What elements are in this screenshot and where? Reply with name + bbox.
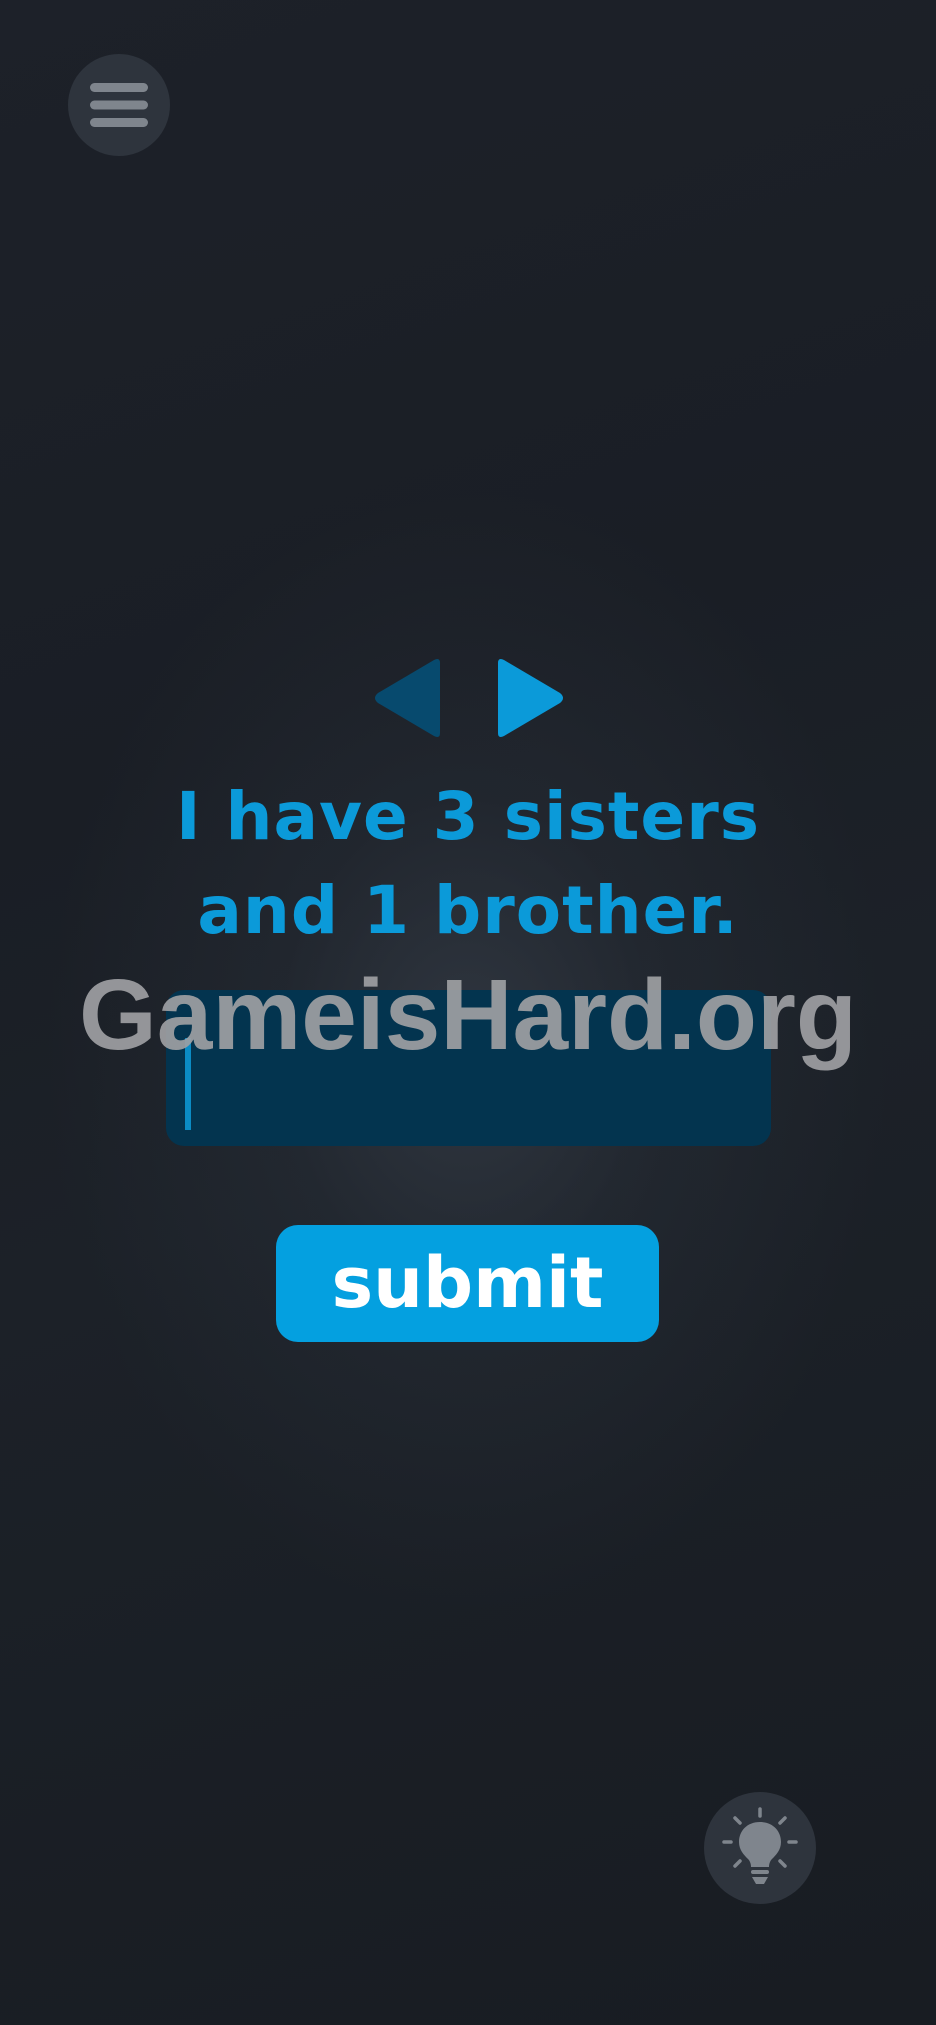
triangle-left-icon[interactable] [368, 655, 448, 741]
riddle-question: I have 3 sisters and 1 brother. [0, 770, 936, 958]
riddle-line-1: I have 3 sisters [175, 778, 761, 855]
text-caret [185, 1038, 191, 1130]
level-navigation [0, 655, 936, 741]
menu-button[interactable] [68, 54, 170, 156]
triangle-right-icon[interactable] [490, 655, 570, 741]
riddle-line-2: and 1 brother. [197, 872, 739, 949]
answer-input[interactable] [166, 990, 771, 1146]
answer-field[interactable] [166, 990, 771, 1146]
hint-button[interactable] [704, 1792, 816, 1904]
lightbulb-icon [722, 1807, 798, 1884]
submit-button[interactable]: submit [276, 1225, 659, 1342]
hamburger-menu-icon [90, 83, 148, 127]
